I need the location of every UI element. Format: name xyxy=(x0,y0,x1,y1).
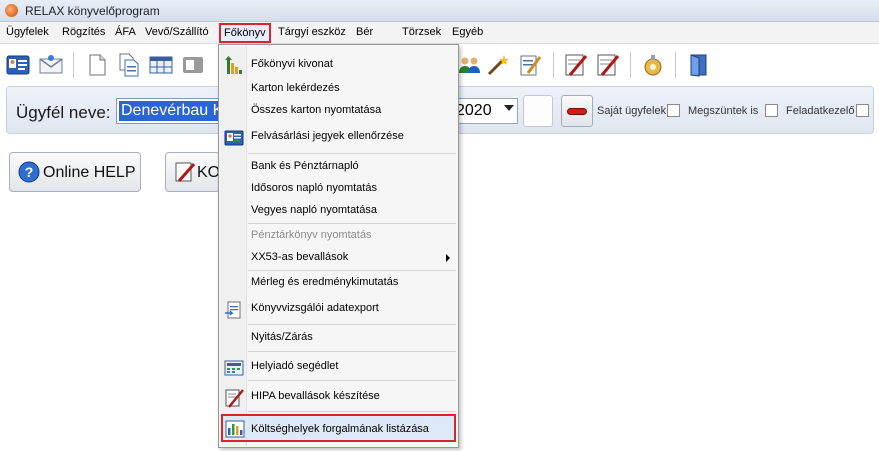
remove-button[interactable] xyxy=(561,95,593,127)
blank-button[interactable] xyxy=(523,95,553,127)
menu-item-merleg[interactable]: Mérleg és eredménykimutatás xyxy=(220,272,457,294)
terminated-label: Megszüntek is xyxy=(688,105,759,117)
minus-icon xyxy=(567,108,587,115)
second-button[interactable]: KO xyxy=(165,152,220,192)
online-help-label: Online HELP xyxy=(43,164,136,181)
people-icon[interactable] xyxy=(458,53,482,77)
menu-bar: Ügyfelek Rögzítés ÁFA Vevő/Szállító Főkö… xyxy=(0,22,879,44)
menu-ber[interactable]: Bér xyxy=(356,26,373,38)
toolbar-separator xyxy=(630,52,631,78)
document-icon[interactable] xyxy=(85,53,109,77)
second-button-label: KO xyxy=(197,164,221,181)
menu-rogzites[interactable]: Rögzítés xyxy=(62,26,105,38)
table-icon[interactable] xyxy=(149,53,173,77)
client-name-label: Ügyfél neve: xyxy=(16,103,111,122)
app-icon xyxy=(5,4,18,17)
menu-separator xyxy=(248,270,456,271)
documents-copy-icon[interactable] xyxy=(117,53,141,77)
menu-item-fokonyvi-kivonat[interactable]: Főkönyvi kivonat xyxy=(220,54,457,76)
terminated-checkbox[interactable] xyxy=(765,104,778,117)
menu-separator xyxy=(248,351,456,352)
menu-item-bank-penztarnaplo[interactable]: Bank és Pénztárnapló xyxy=(220,156,457,178)
menu-torzsek[interactable]: Törzsek xyxy=(402,26,441,38)
menu-item-hipa-bevallasok[interactable]: HIPA bevallások készítése xyxy=(220,386,457,408)
bar-chart-icon xyxy=(225,420,245,438)
edit-document-icon[interactable] xyxy=(518,53,542,77)
sign-form-2-icon[interactable] xyxy=(596,53,620,77)
own-clients-checkbox[interactable] xyxy=(667,104,680,117)
title-bar: RELAX könyvelőprogram xyxy=(0,0,879,22)
menu-vevo-szallito[interactable]: Vevő/Szállító xyxy=(145,26,209,38)
menu-item-nyitas-zaras[interactable]: Nyitás/Zárás xyxy=(220,327,457,349)
sign-pen-icon xyxy=(225,389,244,408)
menu-separator xyxy=(248,324,456,325)
sign-form-icon[interactable] xyxy=(564,53,588,77)
help-icon: ? xyxy=(18,161,40,183)
chevron-down-icon[interactable] xyxy=(504,105,514,111)
svg-text:?: ? xyxy=(25,164,34,180)
menu-item-osszes-karton[interactable]: Összes karton nyomtatása xyxy=(220,100,457,122)
window-title: RELAX könyvelőprogram xyxy=(25,4,160,18)
toolbar-separator xyxy=(675,52,676,78)
client-name-field[interactable]: Denevérbau K xyxy=(116,98,226,124)
menu-item-vegyes-naplo[interactable]: Vegyes napló nyomtatása xyxy=(220,200,457,222)
menu-separator xyxy=(248,223,456,224)
menu-separator xyxy=(248,153,456,154)
menu-item-xx53-bevallasok[interactable]: XX53-as bevallások xyxy=(220,247,457,269)
client-card-icon[interactable] xyxy=(6,53,30,77)
menu-item-felvasarlasi-jegyek[interactable]: Felvásárlási jegyek ellenőrzése xyxy=(220,126,457,148)
menu-separator xyxy=(248,411,456,412)
ledger-chart-icon xyxy=(225,56,242,74)
menu-item-penztarkonyv: Pénztárkönyv nyomtatás xyxy=(251,229,372,241)
fokonyv-dropdown-menu: Főkönyvi kivonat Karton lekérdezés Össze… xyxy=(218,44,459,448)
task-handler-checkbox[interactable] xyxy=(856,104,869,117)
menu-targyi-eszkoz[interactable]: Tárgyi eszköz xyxy=(278,26,346,38)
menu-item-konyvvizsgaloi-export[interactable]: Könyvvizsgálói adatexport xyxy=(220,298,457,320)
year-value: 2020 xyxy=(456,102,492,119)
menu-egyeb[interactable]: Egyéb xyxy=(452,26,483,38)
menu-item-helyiado-segedlet[interactable]: Helyiadó segédlet xyxy=(220,356,457,378)
export-doc-icon xyxy=(225,301,241,319)
magic-wand-icon[interactable] xyxy=(486,53,510,77)
menu-separator xyxy=(248,380,456,381)
toolbar-separator xyxy=(553,52,554,78)
toolbar-separator xyxy=(73,52,74,78)
sign-form-icon xyxy=(175,162,196,182)
menu-item-karton-lekerdezes[interactable]: Karton lekérdezés xyxy=(220,78,457,100)
id-card-icon xyxy=(224,130,244,146)
sheet-icon[interactable] xyxy=(181,53,205,77)
menu-item-koltseghelyek-forgalma[interactable]: Költséghelyek forgalmának listázása xyxy=(221,414,456,442)
envelope-icon[interactable] xyxy=(39,53,63,77)
exit-door-icon[interactable] xyxy=(687,53,711,77)
gear-puzzle-icon[interactable] xyxy=(641,53,665,77)
menu-afa[interactable]: ÁFA xyxy=(115,26,136,38)
client-name-value: Denevérbau K xyxy=(119,101,225,121)
submenu-arrow-icon xyxy=(446,254,450,262)
menu-fokonyv[interactable]: Főkönyv xyxy=(219,23,271,43)
menu-ugyfelek[interactable]: Ügyfelek xyxy=(6,26,49,38)
task-handler-label: Feladatkezelő xyxy=(786,105,855,117)
menu-item-idosoros-naplo[interactable]: Idősoros napló nyomtatás xyxy=(220,178,457,200)
own-clients-label: Saját ügyfelek xyxy=(597,105,667,117)
online-help-button[interactable]: ? Online HELP xyxy=(9,152,141,192)
calculator-icon xyxy=(224,360,244,376)
